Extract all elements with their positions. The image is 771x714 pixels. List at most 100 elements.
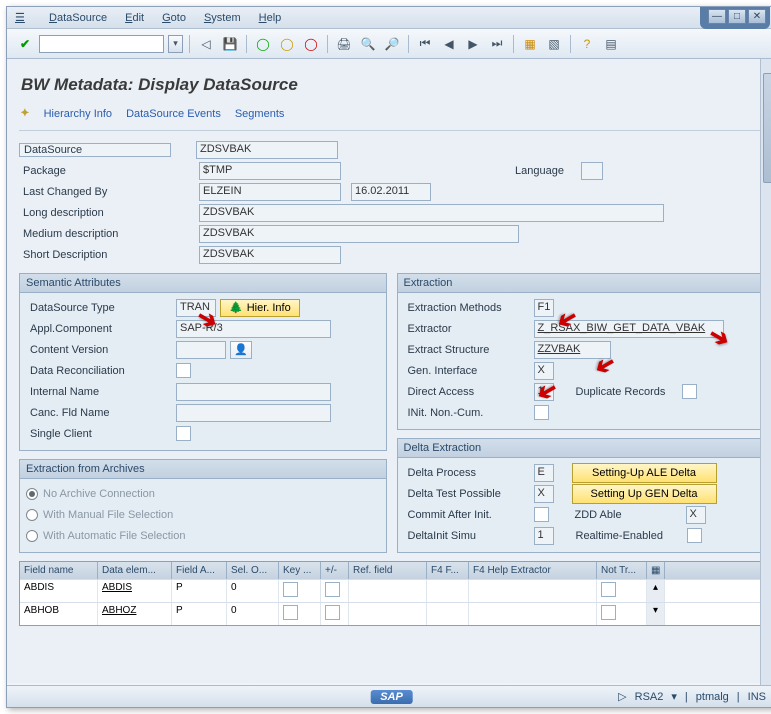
cancel-icon[interactable]: ◯ bbox=[301, 34, 321, 54]
person-icon[interactable]: 👤 bbox=[230, 341, 252, 359]
save-icon[interactable]: 💾 bbox=[220, 34, 240, 54]
nottr-checkbox[interactable] bbox=[601, 605, 616, 620]
col-fieldname[interactable]: Field name bbox=[20, 562, 98, 579]
zdd-label: ZDD Able bbox=[571, 509, 686, 521]
find-icon[interactable]: 🔍 bbox=[358, 34, 378, 54]
gen-delta-button[interactable]: Setting Up GEN Delta bbox=[572, 484, 717, 504]
col-dataelem[interactable]: Data elem... bbox=[98, 562, 172, 579]
genint-label: Gen. Interface bbox=[404, 365, 534, 377]
intname-field bbox=[176, 383, 331, 401]
archives-group: Extraction from Archives No Archive Conn… bbox=[19, 459, 387, 553]
col-f4f[interactable]: F4 F... bbox=[427, 562, 469, 579]
back-green-icon[interactable]: ◯ bbox=[253, 34, 273, 54]
status-mode: INS bbox=[748, 691, 766, 703]
contver-field bbox=[176, 341, 226, 359]
archives-title: Extraction from Archives bbox=[20, 460, 386, 479]
radio-no-archive bbox=[26, 488, 38, 500]
command-field[interactable] bbox=[39, 35, 164, 53]
content-area: BW Metadata: Display DataSource ⯌ Hierar… bbox=[7, 59, 771, 683]
key-checkbox[interactable] bbox=[283, 605, 298, 620]
pm-checkbox[interactable] bbox=[325, 605, 340, 620]
col-pm[interactable]: +/- bbox=[321, 562, 349, 579]
direct-label: Direct Access bbox=[404, 386, 534, 398]
menu-help[interactable]: Help bbox=[259, 12, 282, 24]
ale-delta-button[interactable]: Setting-Up ALE Delta bbox=[572, 463, 717, 483]
prev-page-icon[interactable]: ◀ bbox=[439, 34, 459, 54]
genint-field: X bbox=[534, 362, 554, 380]
menu-edit[interactable]: Edit bbox=[125, 12, 144, 24]
extractor-field[interactable]: Z_RSAX_BIW_GET_DATA_VBAK bbox=[534, 320, 724, 338]
nottr-checkbox[interactable] bbox=[601, 582, 616, 597]
datarecon-checkbox[interactable] bbox=[176, 363, 191, 378]
simu-field: 1 bbox=[534, 527, 554, 545]
deltatest-label: Delta Test Possible bbox=[404, 488, 534, 500]
pm-checkbox[interactable] bbox=[325, 582, 340, 597]
close-button[interactable]: ✕ bbox=[748, 9, 766, 24]
first-page-icon[interactable]: ⏮ bbox=[415, 34, 435, 54]
structure-label: Extract Structure bbox=[404, 344, 534, 356]
col-f4help[interactable]: F4 Help Extractor bbox=[469, 562, 597, 579]
sap-logo: SAP bbox=[370, 690, 413, 704]
print-icon[interactable]: 🖨 bbox=[334, 34, 354, 54]
table-row[interactable]: ABDIS ABDIS P 0 ▴ bbox=[20, 579, 763, 602]
shortcut-icon[interactable]: ▧ bbox=[544, 34, 564, 54]
layout-icon[interactable]: ▤ bbox=[601, 34, 621, 54]
scroll-thumb[interactable] bbox=[763, 73, 771, 183]
col-selo[interactable]: Sel. O... bbox=[227, 562, 279, 579]
longdesc-label: Long description bbox=[19, 207, 174, 219]
dstype-field: TRAN bbox=[176, 299, 216, 317]
cancfld-field bbox=[176, 404, 331, 422]
initnon-checkbox[interactable] bbox=[534, 405, 549, 420]
last-page-icon[interactable]: ⏭ bbox=[487, 34, 507, 54]
link-segments[interactable]: Segments bbox=[235, 108, 285, 120]
contver-label: Content Version bbox=[26, 344, 176, 356]
dup-checkbox[interactable] bbox=[682, 384, 697, 399]
next-page-icon[interactable]: ▶ bbox=[463, 34, 483, 54]
link-hierarchy-info[interactable]: Hierarchy Info bbox=[44, 108, 112, 120]
col-nottr[interactable]: Not Tr... bbox=[597, 562, 647, 579]
vertical-scrollbar[interactable] bbox=[760, 59, 771, 685]
radio-manual-label: With Manual File Selection bbox=[43, 509, 173, 521]
link-datasource-events[interactable]: DataSource Events bbox=[126, 108, 221, 120]
exit-icon[interactable]: ◯ bbox=[277, 34, 297, 54]
col-fielda[interactable]: Field A... bbox=[172, 562, 227, 579]
meddesc-label: Medium description bbox=[19, 228, 174, 240]
find-next-icon[interactable]: 🔎 bbox=[382, 34, 402, 54]
tree-green-icon: 🌲 bbox=[229, 301, 243, 314]
realtime-checkbox[interactable] bbox=[687, 528, 702, 543]
semantic-group: Semantic Attributes DataSource TypeTRAN🌲… bbox=[19, 273, 387, 451]
help-icon[interactable]: ? bbox=[577, 34, 597, 54]
back-icon[interactable]: ◁ bbox=[196, 34, 216, 54]
radio-no-archive-label: No Archive Connection bbox=[43, 488, 155, 500]
tree-icon[interactable]: ⯌ bbox=[21, 107, 30, 120]
app-toolbar: ⯌ Hierarchy Info DataSource Events Segme… bbox=[19, 103, 764, 131]
col-config-icon[interactable]: ▦ bbox=[647, 562, 665, 579]
status-indicator-icon[interactable]: ▷ bbox=[618, 690, 626, 703]
dup-label: Duplicate Records bbox=[572, 386, 682, 398]
singleclient-checkbox[interactable] bbox=[176, 426, 191, 441]
ok-icon[interactable]: ✔ bbox=[15, 34, 35, 54]
minimize-button[interactable]: — bbox=[708, 9, 726, 24]
col-key[interactable]: Key ... bbox=[279, 562, 321, 579]
maximize-button[interactable]: □ bbox=[728, 9, 746, 24]
simu-label: DeltaInit Simu bbox=[404, 530, 534, 542]
methods-label: Extraction Methods bbox=[404, 302, 534, 314]
table-row[interactable]: ABHOB ABHOZ P 0 ▾ bbox=[20, 602, 763, 625]
menu-system[interactable]: System bbox=[204, 12, 241, 24]
intname-label: Internal Name bbox=[26, 386, 176, 398]
singleclient-label: Single Client bbox=[26, 428, 176, 440]
hier-info-button[interactable]: 🌲Hier. Info bbox=[220, 299, 300, 317]
menu-goto[interactable]: Goto bbox=[162, 12, 186, 24]
col-ref[interactable]: Ref. field bbox=[349, 562, 427, 579]
menubar: ☰ DataSource Edit Goto System Help bbox=[7, 7, 771, 29]
command-dropdown[interactable]: ▾ bbox=[168, 35, 183, 53]
direct-field: 1 bbox=[534, 383, 554, 401]
dstype-label: DataSource Type bbox=[26, 302, 176, 314]
commit-checkbox[interactable] bbox=[534, 507, 549, 522]
structure-field[interactable]: ZZVBAK bbox=[534, 341, 611, 359]
key-checkbox[interactable] bbox=[283, 582, 298, 597]
extraction-group: Extraction Extraction MethodsF1 Extracto… bbox=[397, 273, 765, 430]
package-field: $TMP bbox=[199, 162, 341, 180]
new-session-icon[interactable]: ▦ bbox=[520, 34, 540, 54]
menu-datasource[interactable]: DataSource bbox=[49, 12, 107, 24]
